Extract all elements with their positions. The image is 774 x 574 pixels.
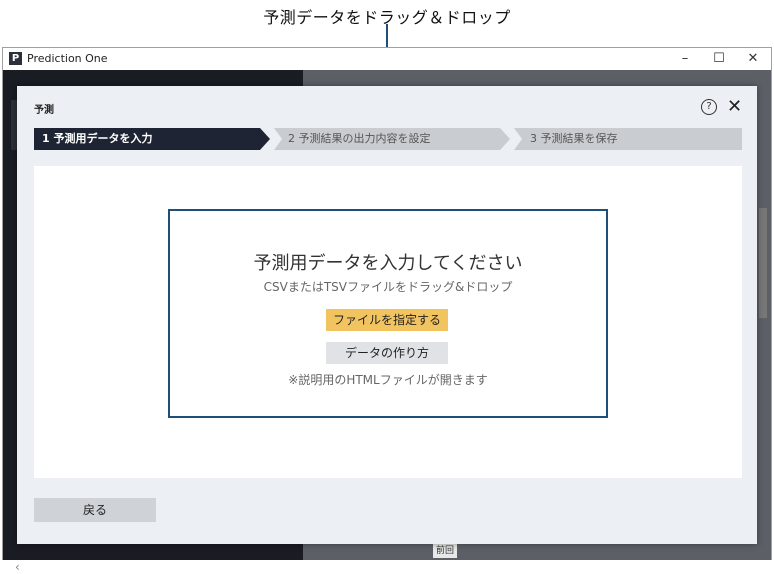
maximize-button[interactable]: ☐ bbox=[701, 48, 737, 70]
step-2: 2 予測結果の出力内容を設定 bbox=[274, 128, 510, 150]
step-1: 1 予測用データを入力 bbox=[34, 128, 270, 150]
data-howto-button[interactable]: データの作り方 bbox=[326, 342, 448, 364]
prediction-dialog: 予測 ? ✕ 1 予測用データを入力 2 予測結果の出力内容を設定 3 予測結果… bbox=[17, 86, 757, 544]
file-drop-zone[interactable]: 予測用データを入力してください CSVまたはTSVファイルをドラッグ&ドロップ … bbox=[168, 209, 608, 418]
drop-zone-note: ※説明用のHTMLファイルが開きます bbox=[288, 373, 488, 387]
app-window: P Prediction One – ☐ ✕ ‹ 前回 予測 ? ✕ 1 予測用… bbox=[2, 47, 772, 574]
app-logo-icon: P bbox=[9, 52, 22, 65]
background-scrollbar bbox=[759, 208, 767, 318]
help-icon[interactable]: ? bbox=[701, 99, 717, 115]
minimize-button[interactable]: – bbox=[667, 48, 703, 70]
window-title: Prediction One bbox=[27, 52, 108, 65]
chevron-left-icon: ‹ bbox=[15, 560, 20, 574]
close-icon[interactable]: ✕ bbox=[727, 96, 742, 117]
window-close-button[interactable]: ✕ bbox=[735, 48, 771, 70]
step-indicator: 1 予測用データを入力 2 予測結果の出力内容を設定 3 予測結果を保存 bbox=[34, 128, 742, 150]
select-file-button[interactable]: ファイルを指定する bbox=[326, 309, 448, 331]
back-button[interactable]: 戻る bbox=[34, 498, 156, 522]
dialog-title: 予測 bbox=[34, 105, 54, 116]
drop-zone-title: 予測用データを入力してください bbox=[253, 253, 523, 274]
drop-zone-subtitle: CSVまたはTSVファイルをドラッグ&ドロップ bbox=[263, 280, 513, 294]
step-3: 3 予測結果を保存 bbox=[514, 128, 742, 150]
title-bar: P Prediction One – ☐ ✕ bbox=[3, 48, 771, 71]
background-prev-button: 前回 bbox=[433, 544, 457, 558]
